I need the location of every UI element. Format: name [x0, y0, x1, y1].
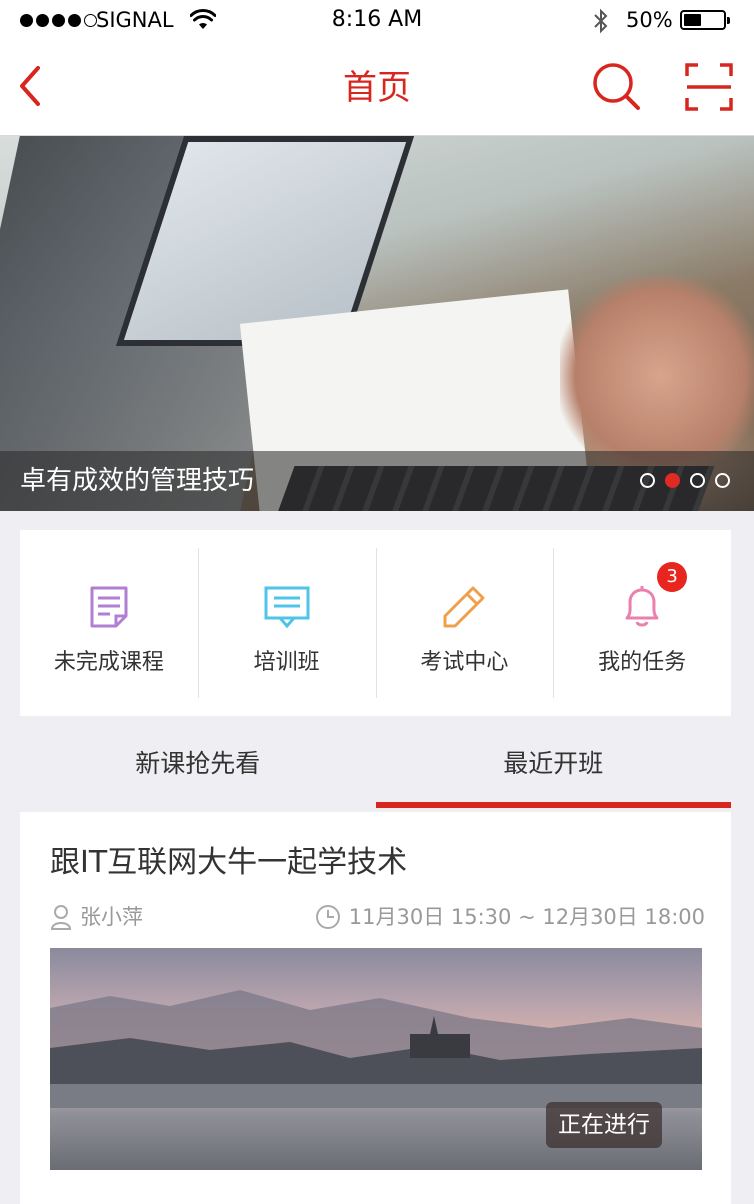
carousel-dot[interactable]	[690, 473, 705, 488]
quick-menu: 未完成课程 培训班 考试中心 3 我的任务	[20, 530, 731, 716]
time-range: 11月30日 15:30 ~ 12月30日 18:00	[348, 905, 705, 929]
pencil-icon	[441, 584, 487, 630]
carousel-dot[interactable]	[715, 473, 730, 488]
course-author: 张小萍	[50, 902, 143, 932]
document-icon	[86, 584, 132, 630]
quick-item-label: 培训班	[253, 650, 320, 675]
course-meta: 张小萍 11月30日 15:30 ~ 12月30日 18:00	[50, 902, 705, 932]
course-cover-image[interactable]: 正在进行	[50, 948, 702, 1170]
tab-new-courses[interactable]: 新课抢先看	[20, 716, 376, 812]
carousel-dot[interactable]	[640, 473, 655, 488]
banner-carousel[interactable]: 卓有成效的管理技巧	[0, 136, 754, 511]
quick-item-exam-center[interactable]: 考试中心	[375, 530, 554, 716]
quick-item-my-tasks[interactable]: 3 我的任务	[553, 530, 731, 716]
user-icon	[50, 905, 72, 930]
quick-item-unfinished-courses[interactable]: 未完成课程	[20, 530, 198, 716]
status-badge: 正在进行	[546, 1102, 662, 1148]
clock-icon	[315, 905, 340, 929]
course-tabs: 新课抢先看 最近开班	[20, 716, 731, 812]
tab-recent-classes[interactable]: 最近开班	[375, 716, 732, 812]
quick-item-label: 未完成课程	[53, 650, 164, 675]
notification-badge: 3	[657, 562, 688, 592]
course-time: 11月30日 15:30 ~ 12月30日 18:00	[315, 902, 705, 932]
search-icon	[593, 63, 640, 110]
bell-icon: 3	[619, 562, 688, 630]
battery-icon	[680, 10, 730, 30]
banner-caption-bar: 卓有成效的管理技巧	[0, 451, 754, 511]
search-button[interactable]	[590, 60, 642, 112]
quick-item-label: 我的任务	[598, 650, 687, 675]
course-card[interactable]: 跟IT互联网大牛一起学技术 张小萍 11月30日 15:30 ~ 12月30日 …	[20, 812, 731, 1204]
quick-item-label: 考试中心	[420, 650, 509, 675]
carousel-indicator[interactable]	[640, 473, 730, 488]
course-title: 跟IT互联网大牛一起学技术	[50, 845, 408, 880]
quick-item-training-class[interactable]: 培训班	[197, 530, 376, 716]
nav-bar: 首页	[0, 40, 754, 136]
presentation-icon	[264, 584, 310, 630]
scan-button[interactable]	[684, 62, 734, 112]
scan-icon	[685, 63, 733, 111]
battery-percent: 50%	[626, 8, 673, 32]
landscape-illustration	[50, 990, 702, 1108]
bluetooth-icon	[592, 8, 610, 38]
banner-caption: 卓有成效的管理技巧	[20, 466, 255, 496]
status-bar: SIGNAL 8:16 AM 50%	[0, 0, 754, 40]
author-name: 张小萍	[80, 905, 143, 929]
carousel-dot[interactable]	[665, 473, 680, 488]
